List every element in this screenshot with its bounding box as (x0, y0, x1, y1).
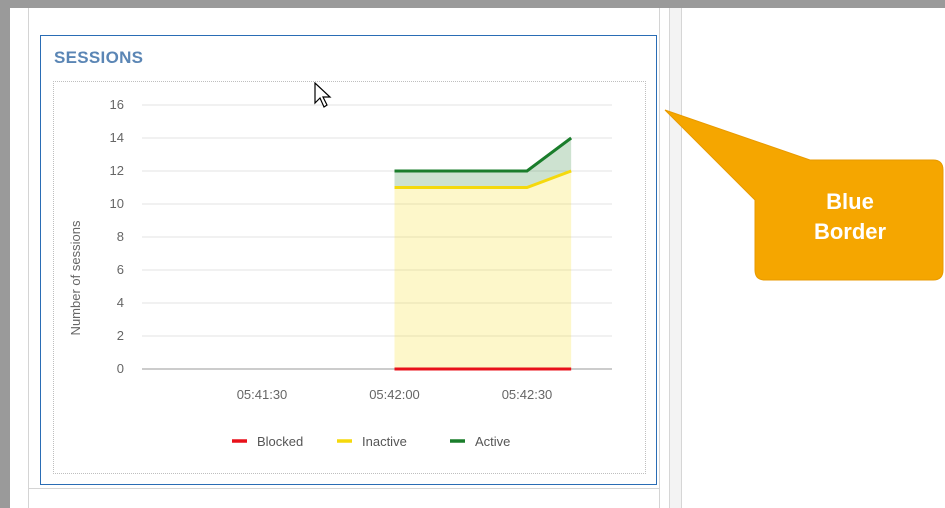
sessions-chart: 0 2 4 6 8 10 12 14 16 05:41:30 05:42:00 05:42:30 N… (68, 97, 612, 449)
x-tick-label: 05:41:30 (237, 387, 288, 402)
callout-line-2: Border (813, 219, 887, 244)
card-title: SESSIONS (54, 48, 144, 67)
chart-frame: 0 2 4 6 8 10 12 14 16 05:41:30 05:42:00 05:42:30 N… (53, 81, 646, 474)
panel-divider (28, 488, 659, 489)
legend-label: Inactive (362, 434, 407, 449)
callout-line-1: Blue (826, 189, 874, 214)
legend-item-active[interactable]: Active (450, 434, 510, 449)
y-tick-label: 2 (117, 328, 124, 343)
callout-label: Blue Border (755, 187, 945, 247)
y-tick-label: 10 (110, 196, 124, 211)
x-tick-label: 05:42:00 (369, 387, 420, 402)
sessions-card[interactable]: SESSIONS 0 2 4 6 8 10 12 14 16 05:41:30 05:42:00 0… (40, 35, 657, 485)
legend-item-inactive[interactable]: Inactive (337, 434, 407, 449)
window-left-border (0, 0, 10, 508)
y-tick-label: 0 (117, 361, 124, 376)
y-tick-label: 14 (110, 130, 124, 145)
legend-label: Active (475, 434, 510, 449)
mouse-cursor-icon (314, 82, 332, 108)
window-top-border (0, 0, 945, 8)
legend-label: Blocked (257, 434, 303, 449)
y-axis-label: Number of sessions (68, 220, 83, 335)
y-tick-label: 6 (117, 262, 124, 277)
x-tick-label: 05:42:30 (502, 387, 553, 402)
y-tick-label: 8 (117, 229, 124, 244)
legend-item-blocked[interactable]: Blocked (232, 434, 303, 449)
y-tick-label: 4 (117, 295, 124, 310)
area-inactive (394, 171, 572, 369)
y-tick-label: 16 (110, 97, 124, 112)
y-tick-label: 12 (110, 163, 124, 178)
